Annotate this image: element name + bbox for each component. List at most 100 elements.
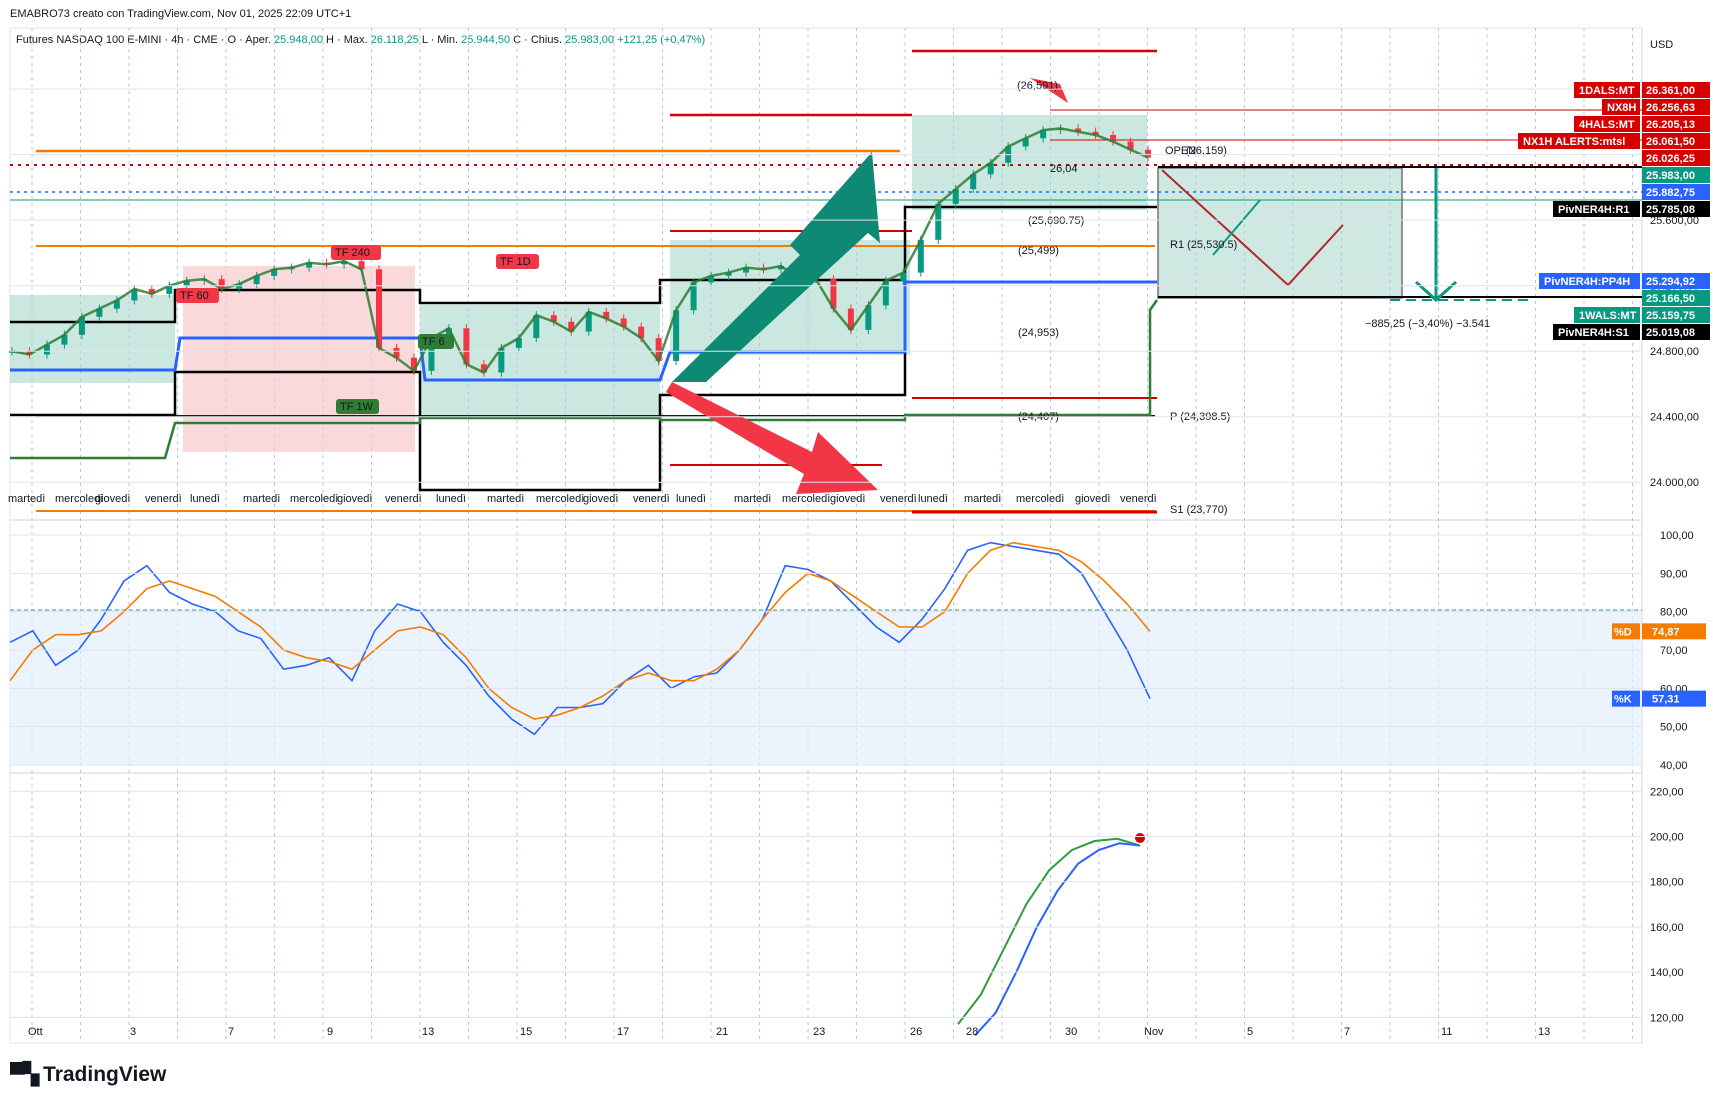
date-label: 23 bbox=[813, 1026, 825, 1038]
step-black-upper bbox=[10, 205, 1157, 324]
date-label: 17 bbox=[617, 1026, 629, 1038]
annotation-label: TF 240 bbox=[335, 247, 370, 259]
day-label: giovedì bbox=[583, 493, 618, 505]
date-label: 21 bbox=[716, 1026, 728, 1038]
day-label: giovedì bbox=[1075, 493, 1110, 505]
level-tag-value: 25.983,00 bbox=[1646, 170, 1695, 182]
indicator-tick-label: 180,00 bbox=[1650, 877, 1684, 889]
annotation-label: S1 (23,770) bbox=[1170, 504, 1227, 516]
day-label: venerdì bbox=[1120, 493, 1157, 505]
stoch-tick-label: 80,00 bbox=[1660, 607, 1688, 619]
indicator-line-blue bbox=[974, 842, 1141, 1037]
date-label: 7 bbox=[228, 1026, 234, 1038]
day-label: giovedì bbox=[337, 493, 372, 505]
currency-label: USD bbox=[1650, 39, 1673, 51]
level-tag-label: PivNER4H:PP4H bbox=[1544, 276, 1630, 288]
date-label: 11 bbox=[1441, 1026, 1452, 1038]
date-label: Ott bbox=[28, 1026, 43, 1038]
day-label: martedì bbox=[964, 493, 1001, 505]
date-label: 30 bbox=[1065, 1026, 1077, 1038]
tradingview-logo[interactable]: ▀▚ TradingView bbox=[10, 1062, 166, 1087]
level-tag-value: 26.361,00 bbox=[1646, 85, 1695, 97]
day-label: giovedì bbox=[830, 493, 865, 505]
level-tag-value: 25.166,50 bbox=[1646, 293, 1695, 305]
level-tag-value: 26.256,63 bbox=[1646, 102, 1695, 114]
level-tag-label: PivNER4H:R1 bbox=[1558, 204, 1630, 216]
day-label: venerdì bbox=[633, 493, 670, 505]
day-label: mercoledì bbox=[536, 493, 584, 505]
day-label: venerdì bbox=[385, 493, 422, 505]
day-label: lunedì bbox=[436, 493, 466, 505]
annotation-label: (26,591) bbox=[1017, 80, 1058, 92]
indicator-series-group bbox=[957, 837, 1141, 1037]
date-label: 3 bbox=[130, 1026, 136, 1038]
indicator-tick-label: 160,00 bbox=[1650, 922, 1684, 934]
day-label: mercoledì bbox=[1016, 493, 1064, 505]
date-label: 28 bbox=[966, 1026, 978, 1038]
level-tag-value: 25.159,75 bbox=[1646, 310, 1695, 322]
stoch-tag-value: 57,31 bbox=[1652, 694, 1680, 706]
tradingview-mark-icon: ▀▚ bbox=[10, 1063, 39, 1086]
annotation-label: TF 60 bbox=[180, 290, 209, 302]
day-label: martedì bbox=[487, 493, 524, 505]
level-tag-label: PivNER4H:S1 bbox=[1558, 327, 1629, 339]
level-tag-label: NX1H ALERTS:mtsl bbox=[1523, 136, 1625, 148]
indicator-line-green bbox=[957, 837, 1141, 1025]
level-tag-value: 25.294,92 bbox=[1646, 276, 1695, 288]
stoch-tick-label: 100,00 bbox=[1660, 530, 1694, 542]
level-tag-label: 4HALS:MT bbox=[1579, 119, 1635, 131]
stoch-band bbox=[10, 610, 1642, 765]
stoch-tick-label: 50,00 bbox=[1660, 722, 1688, 734]
annotation-label: (25,690.75) bbox=[1028, 215, 1084, 227]
day-label: venerdì bbox=[880, 493, 917, 505]
date-label: Nov bbox=[1144, 1026, 1164, 1038]
level-tag-label: 1WALS:MT bbox=[1579, 310, 1637, 322]
annotation-label: −885,25 (−3,40%) −3.541 bbox=[1365, 318, 1490, 330]
indicator-tick-label: 140,00 bbox=[1650, 967, 1684, 979]
annotation-label: TF 1D bbox=[500, 256, 531, 268]
indicator-end-dot bbox=[1135, 833, 1145, 843]
day-label: lunedì bbox=[676, 493, 706, 505]
indicator-tick-label: 200,00 bbox=[1650, 832, 1684, 844]
arrow-down-red bbox=[666, 382, 878, 494]
stoch-tag-value: 74,87 bbox=[1652, 626, 1680, 638]
indicator-tick-label: 220,00 bbox=[1650, 786, 1684, 798]
date-label: 7 bbox=[1344, 1026, 1350, 1038]
day-label: mercoledì bbox=[782, 493, 830, 505]
level-tag-value: 25.019,08 bbox=[1646, 327, 1695, 339]
date-label: 13 bbox=[422, 1026, 434, 1038]
date-label: 13 bbox=[1538, 1026, 1550, 1038]
day-label: lunedì bbox=[190, 493, 220, 505]
annotation-label: R1 (25,530.5) bbox=[1170, 239, 1237, 251]
day-label: martedì bbox=[243, 493, 280, 505]
stoch-tag-label: %K bbox=[1614, 694, 1632, 706]
date-label: 26 bbox=[910, 1026, 922, 1038]
price-tick-label: 24.000,00 bbox=[1650, 477, 1699, 489]
level-tag-label: NX8H bbox=[1607, 102, 1636, 114]
annotation-label: 26,04 bbox=[1050, 163, 1078, 175]
level-tag-value: 26.061,50 bbox=[1646, 136, 1695, 148]
annotation-label: TF 6 bbox=[422, 336, 445, 348]
annotation-label: (24,953) bbox=[1018, 327, 1059, 339]
level-tag-value: 26.205,13 bbox=[1646, 119, 1695, 131]
day-label: mercoledì bbox=[290, 493, 338, 505]
level-tag-value: 25.882,75 bbox=[1646, 187, 1695, 199]
price-tick-label: 24.400,00 bbox=[1650, 412, 1699, 424]
level-tag-value: 26.026,25 bbox=[1646, 153, 1695, 165]
stoch-tick-label: 40,00 bbox=[1660, 760, 1688, 772]
stoch-tick-label: 90,00 bbox=[1660, 568, 1688, 580]
annotation-label: (26,159) bbox=[1186, 145, 1227, 157]
chart-canvas[interactable]: USD (26,591)OPEN(26,159)26,04(25,690.75)… bbox=[0, 0, 1713, 1100]
day-label: lunedì bbox=[918, 493, 948, 505]
date-label: 15 bbox=[520, 1026, 532, 1038]
annotation-label: TF 1W bbox=[340, 401, 374, 413]
level-tag-value: 25.785,08 bbox=[1646, 204, 1695, 216]
day-label: martedì bbox=[734, 493, 771, 505]
price-tick-label: 24.800,00 bbox=[1650, 346, 1699, 358]
stoch-tick-label: 70,00 bbox=[1660, 645, 1688, 657]
level-tag-label: 1DALS:MT bbox=[1579, 85, 1635, 97]
day-label: martedì bbox=[8, 493, 45, 505]
day-label: giovedì bbox=[95, 493, 130, 505]
day-label: venerdì bbox=[145, 493, 182, 505]
stoch-tag-label: %D bbox=[1614, 626, 1632, 638]
